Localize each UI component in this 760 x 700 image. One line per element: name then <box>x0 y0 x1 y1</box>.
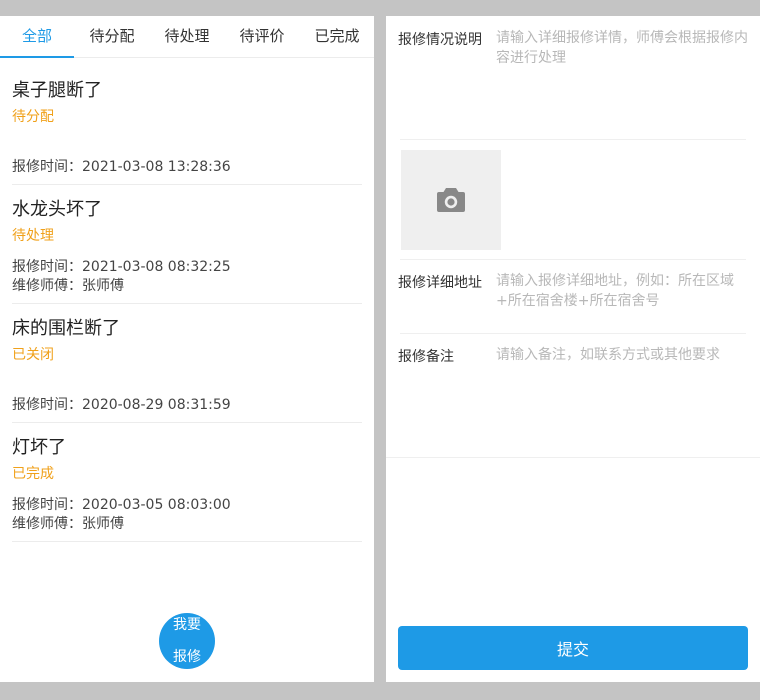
description-label: 报修情况说明 <box>398 32 482 48</box>
order-worker: 张师傅 <box>82 278 124 294</box>
status-tabs: 全部 待分配 待处理 待评价 已完成 <box>0 16 374 58</box>
divider <box>400 139 746 140</box>
divider <box>386 457 760 458</box>
tab-all[interactable]: 全部 <box>0 16 74 58</box>
order-time-row: 报修时间：2021-03-08 08:32:25 <box>12 256 231 276</box>
order-time: 2021-03-08 08:32:25 <box>82 259 231 275</box>
tab-completed[interactable]: 已完成 <box>300 16 374 57</box>
order-time-label: 报修时间： <box>12 259 82 275</box>
order-status: 待处理 <box>12 228 54 244</box>
tab-pending-assign[interactable]: 待分配 <box>74 16 150 57</box>
new-repair-label-line2: 报修 <box>173 649 201 665</box>
order-time-label: 报修时间： <box>12 397 82 413</box>
tab-completed-label: 已完成 <box>314 27 360 45</box>
divider <box>400 259 746 260</box>
tab-pending-assign-label: 待分配 <box>89 27 135 45</box>
order-card[interactable]: 桌子腿断了 待分配 报修时间：2021-03-08 13:28:36 <box>12 76 362 185</box>
active-tab-indicator <box>0 56 74 58</box>
order-time-row: 报修时间：2021-03-08 13:28:36 <box>12 156 231 176</box>
order-title: 床的围栏断了 <box>12 318 120 339</box>
order-time-row: 报修时间：2020-03-05 08:03:00 <box>12 494 231 514</box>
tab-all-label: 全部 <box>21 27 52 45</box>
order-status: 已完成 <box>12 466 54 482</box>
order-worker: 张师傅 <box>82 516 124 532</box>
tab-pending-process-label: 待处理 <box>164 27 210 45</box>
new-repair-label-line1: 我要 <box>173 617 201 633</box>
new-repair-button[interactable]: 我要 报修 <box>159 613 215 669</box>
order-time-label: 报修时间： <box>12 497 82 513</box>
order-time: 2020-08-29 08:31:59 <box>82 397 231 413</box>
order-time-row: 报修时间：2020-08-29 08:31:59 <box>12 394 231 414</box>
order-card[interactable]: 床的围栏断了 已关闭 报修时间：2020-08-29 08:31:59 <box>12 314 362 423</box>
order-worker-row: 维修师傅：张师傅 <box>12 275 124 295</box>
order-card[interactable]: 灯坏了 已完成 报修时间：2020-03-05 08:03:00 维修师傅：张师… <box>12 433 362 542</box>
remark-input[interactable] <box>496 345 748 445</box>
order-time: 2021-03-08 13:28:36 <box>82 159 231 175</box>
order-worker-label: 维修师傅： <box>12 278 82 294</box>
divider <box>400 333 746 334</box>
tab-pending-process[interactable]: 待处理 <box>150 16 224 57</box>
camera-icon <box>437 188 465 212</box>
repair-form-panel: 报修情况说明 报修详细地址 报修备注 提交 <box>386 16 760 682</box>
order-card[interactable]: 水龙头坏了 待处理 报修时间：2021-03-08 08:32:25 维修师傅：… <box>12 195 362 304</box>
photo-upload[interactable] <box>401 150 501 250</box>
order-title: 灯坏了 <box>12 437 66 458</box>
order-title: 水龙头坏了 <box>12 199 102 220</box>
order-title: 桌子腿断了 <box>12 80 102 101</box>
address-label: 报修详细地址 <box>398 275 482 291</box>
order-status: 待分配 <box>12 109 54 125</box>
description-input[interactable] <box>496 28 748 128</box>
order-time: 2020-03-05 08:03:00 <box>82 497 231 513</box>
address-input[interactable] <box>496 271 748 315</box>
remark-label: 报修备注 <box>398 349 454 365</box>
order-status: 已关闭 <box>12 347 54 363</box>
order-worker-label: 维修师傅： <box>12 516 82 532</box>
tab-pending-review-label: 待评价 <box>239 27 285 45</box>
submit-button[interactable]: 提交 <box>398 626 748 670</box>
tab-pending-review[interactable]: 待评价 <box>224 16 300 57</box>
order-worker-row: 维修师傅：张师傅 <box>12 513 124 533</box>
order-list-panel: 全部 待分配 待处理 待评价 已完成 桌子腿断了 待分配 报修时间：2021-0… <box>0 16 374 682</box>
order-time-label: 报修时间： <box>12 159 82 175</box>
